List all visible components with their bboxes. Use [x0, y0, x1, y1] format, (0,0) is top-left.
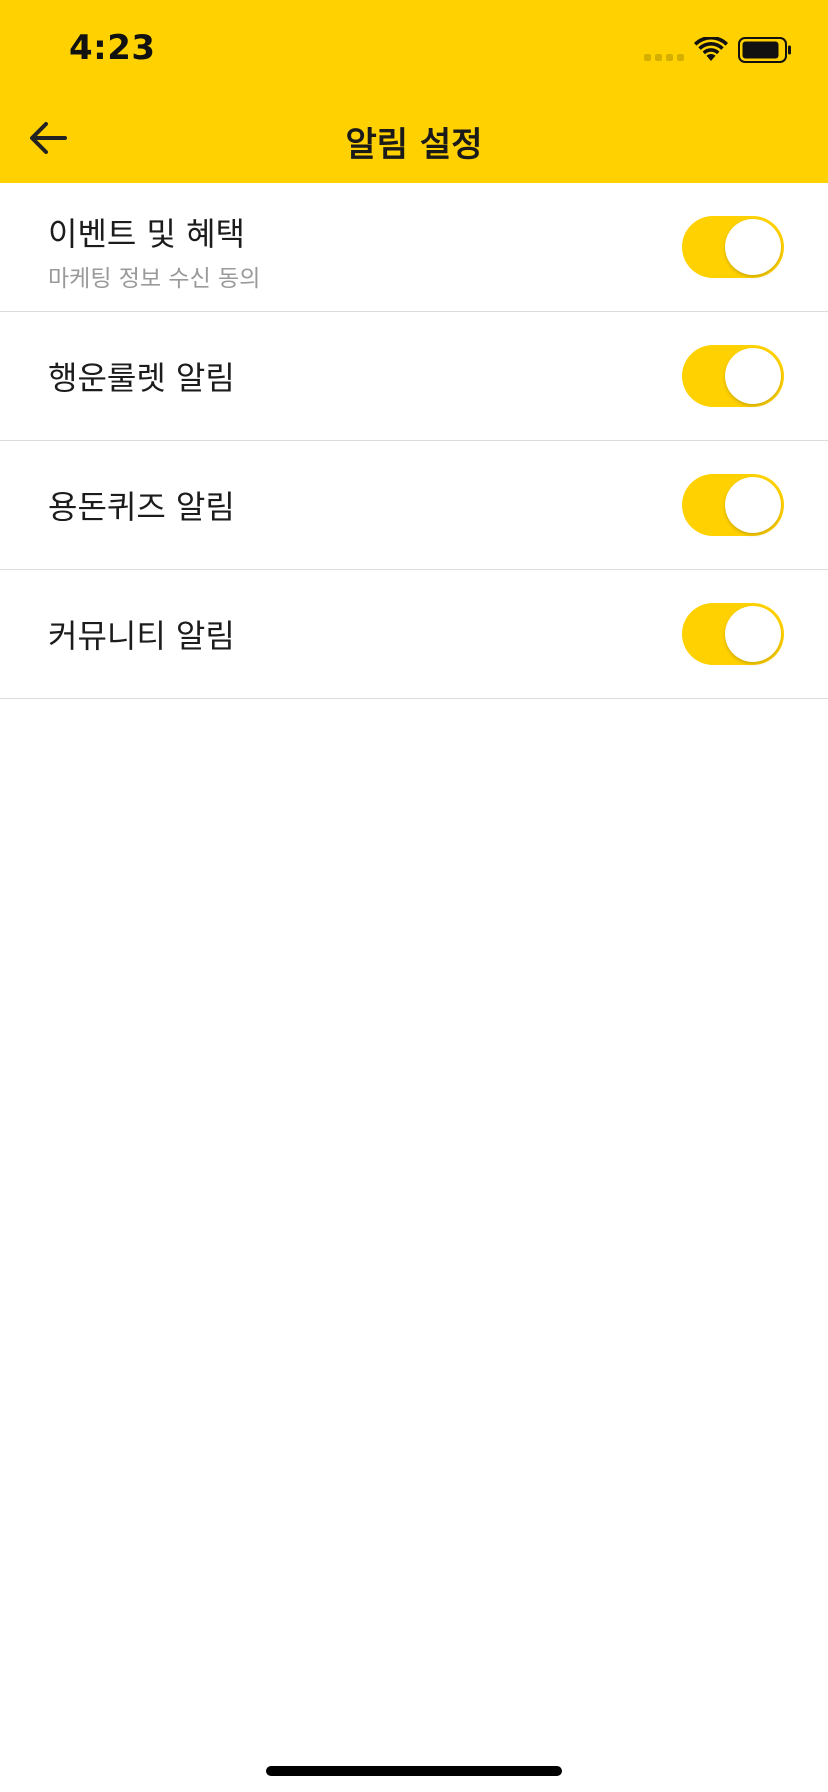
roulette-toggle[interactable] — [682, 345, 784, 407]
row-sublabel: 마케팅 정보 수신 동의 — [48, 266, 261, 292]
row-label: 커뮤니티 알림 — [48, 617, 235, 655]
toggle-knob — [725, 348, 781, 404]
wifi-icon — [694, 37, 728, 61]
settings-list: 이벤트 및 혜택 마케팅 정보 수신 동의 행운룰렛 알림 용돈퀴즈 알림 커뮤… — [0, 183, 828, 699]
events-toggle[interactable] — [682, 216, 784, 278]
app-header: 4:23 알림 설정 — [0, 0, 828, 183]
toggle-knob — [725, 606, 781, 662]
settings-row-quiz: 용돈퀴즈 알림 — [0, 441, 828, 570]
row-label: 용돈퀴즈 알림 — [48, 488, 235, 526]
settings-row-community: 커뮤니티 알림 — [0, 570, 828, 699]
settings-row-events: 이벤트 및 혜택 마케팅 정보 수신 동의 — [0, 183, 828, 312]
community-toggle[interactable] — [682, 603, 784, 665]
signal-dots-icon — [644, 53, 684, 61]
toggle-knob — [725, 219, 781, 275]
row-label: 이벤트 및 혜택 — [48, 215, 245, 253]
home-indicator — [266, 1766, 562, 1776]
toggle-knob — [725, 477, 781, 533]
quiz-toggle[interactable] — [682, 474, 784, 536]
row-label: 행운룰렛 알림 — [48, 359, 235, 397]
status-time: 4:23 — [69, 28, 156, 68]
settings-row-roulette: 행운룰렛 알림 — [0, 312, 828, 441]
status-icons — [644, 34, 792, 66]
battery-icon — [738, 37, 791, 63]
page-title: 알림 설정 — [345, 125, 483, 165]
